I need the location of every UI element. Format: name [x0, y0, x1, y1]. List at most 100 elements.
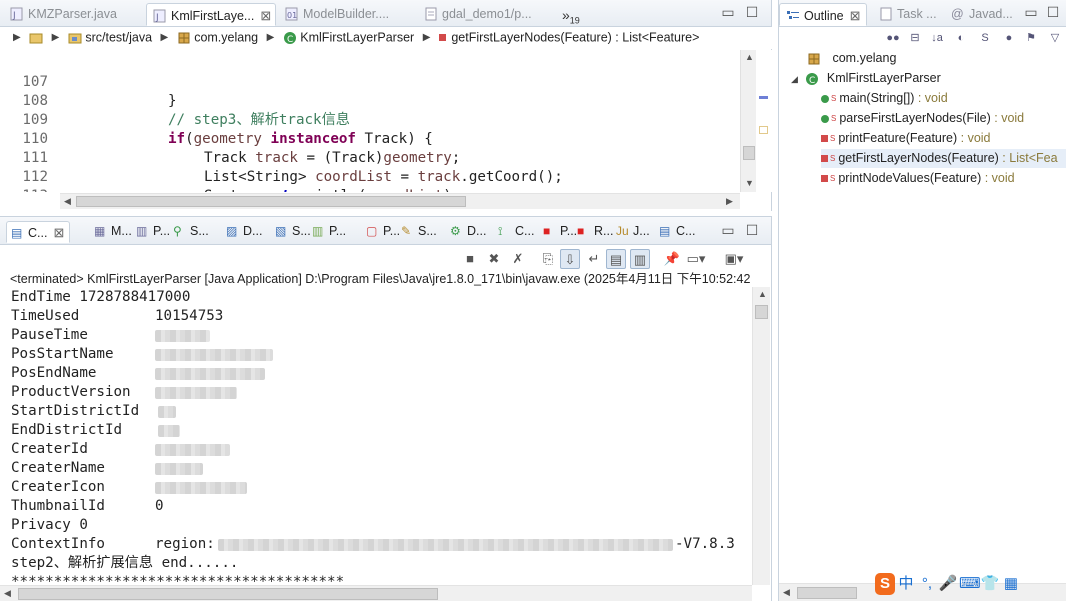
pin-console-icon[interactable]: 📌	[662, 249, 682, 269]
console-tab[interactable]: ⚲ S...	[169, 221, 213, 243]
console-tab[interactable]: ✎ S...	[397, 221, 441, 243]
console-tab[interactable]: ▥ P...	[132, 221, 174, 243]
clear-console-icon[interactable]: ⎘	[538, 249, 558, 269]
remove-launch-icon[interactable]: ✖	[484, 249, 504, 269]
breadcrumb-package[interactable]: com.yelang	[194, 31, 258, 45]
private-method-icon	[438, 34, 446, 42]
console-key: Privacy 0	[11, 517, 88, 533]
tab-overflow-button[interactable]: »19	[556, 3, 586, 26]
breadcrumb: ▶ ▶ src/test/java ▶ com.yelang ▶ C KmlFi…	[0, 27, 772, 49]
remove-all-terminated-icon[interactable]: ✗	[508, 249, 528, 269]
console-tab[interactable]: ■ R...	[573, 221, 617, 243]
outline-method[interactable]: SparseFirstLayerNodes(File) : void	[821, 109, 1066, 128]
outline-method[interactable]: SgetFirstLayerNodes(Feature) : List<Fea	[821, 149, 1066, 168]
console-line: CreaterId	[11, 440, 230, 459]
maximize-icon[interactable]: ☐	[744, 4, 760, 20]
outline-package[interactable]: com.yelang	[807, 49, 896, 68]
console-horizontal-scrollbar[interactable]: ◀	[0, 585, 752, 601]
toolbox-icon[interactable]: ▦	[1001, 573, 1021, 595]
svg-text:01: 01	[287, 11, 297, 20]
outline-class[interactable]: ◢ C KmlFirstLayerParser	[791, 69, 941, 88]
method-signature: printNodeValues(Feature)	[838, 171, 982, 185]
debug-icon: ⚙	[450, 223, 461, 238]
hide-nonpublic-icon[interactable]: ●	[1001, 30, 1017, 46]
focus-on-active-task-icon[interactable]: ●●	[885, 30, 901, 46]
console-key: ThumbnailId	[11, 498, 105, 514]
servers-icon: ⚲	[173, 223, 182, 238]
keyboard-icon[interactable]: ⌨	[959, 573, 981, 595]
outline-method[interactable]: SprintNodeValues(Feature) : void	[821, 169, 1066, 188]
console-tab[interactable]: ▨ D...	[222, 221, 266, 243]
java-editor: J KMZParser.java J KmlFirstLaye... ⊠ 01 Mode…	[0, 0, 772, 211]
open-console-icon[interactable]: ▣▾	[724, 249, 744, 269]
outline-method[interactable]: SprintFeature(Feature) : void	[821, 129, 1066, 148]
maximize-icon[interactable]: ☐	[1045, 4, 1061, 20]
overview-ruler[interactable]	[756, 50, 772, 192]
console-line: ThumbnailId 0	[11, 497, 164, 516]
skin-icon[interactable]: 👕	[980, 573, 1000, 595]
tab-kmlfirstlayer[interactable]: J KmlFirstLaye... ⊠	[146, 3, 276, 26]
scroll-thumb[interactable]	[743, 146, 755, 160]
close-tab-icon[interactable]: ⊠	[260, 8, 271, 24]
sort-icon[interactable]: ↓a	[929, 30, 945, 46]
console-tab[interactable]: ⚙ D...	[446, 221, 490, 243]
breadcrumb-method[interactable]: getFirstLayerNodes(Feature) : List<Featu…	[451, 31, 699, 45]
terminate-icon[interactable]: ■	[460, 249, 480, 269]
breadcrumb-src[interactable]: src/test/java	[85, 31, 152, 45]
display-console-icon[interactable]: ▭▾	[686, 249, 706, 269]
sogou-logo-icon[interactable]: S	[875, 573, 895, 595]
tab-javadoc[interactable]: @ Javad...	[945, 3, 1019, 26]
editor-horizontal-scrollbar[interactable]: ◀ ▶	[60, 193, 740, 209]
view-menu-icon[interactable]: ▽	[1047, 30, 1063, 46]
collapse-arrow-icon[interactable]: ◢	[791, 74, 798, 84]
tab-task-list[interactable]: Task ...	[873, 3, 943, 26]
hide-static-icon[interactable]: S	[977, 30, 993, 46]
console-tab[interactable]: ⟟ C...	[494, 221, 538, 243]
minimize-icon[interactable]: ▭	[720, 222, 736, 238]
file-icon	[424, 7, 438, 21]
show-on-stdout-icon[interactable]: ▤	[606, 249, 626, 269]
console-tab[interactable]: ▥ P...	[308, 221, 350, 243]
console-tab[interactable]: Ju J...	[612, 221, 654, 243]
hide-local-types-icon[interactable]: ⚑	[1023, 30, 1039, 46]
minimize-icon[interactable]: ▭	[1023, 4, 1039, 20]
punctuation-icon[interactable]: °,	[917, 573, 937, 595]
breadcrumb-class[interactable]: KmlFirstLayerParser	[300, 31, 414, 45]
show-on-stderr-icon[interactable]: ▥	[630, 249, 650, 269]
static-marker-icon: S	[831, 94, 837, 103]
console-vertical-scrollbar[interactable]: ▲	[752, 287, 770, 585]
outline-method[interactable]: Smain(String[]) : void	[821, 89, 1066, 108]
warning-marker[interactable]	[759, 126, 768, 134]
console-output[interactable]: EndTime 1728788417000 TimeUsed 10154753 Pau…	[0, 287, 752, 585]
scroll-lock-icon[interactable]: ⇩	[560, 249, 580, 269]
code-area[interactable]: 107 } 108 // step3、解析track信息 109 if(geom…	[0, 50, 756, 192]
microphone-icon[interactable]: 🎤	[938, 573, 958, 595]
occurrence-marker[interactable]	[759, 96, 768, 99]
project-icon	[29, 31, 43, 45]
private-method-icon	[821, 175, 828, 183]
collapse-all-icon[interactable]: ⊟	[907, 30, 923, 46]
chinese-mode-icon[interactable]: 中	[896, 573, 916, 595]
tab-outline[interactable]: Outline ⊠	[779, 3, 867, 26]
maximize-icon[interactable]: ☐	[744, 222, 760, 238]
console-tab[interactable]: ▤ C...	[655, 221, 699, 243]
scroll-thumb[interactable]	[76, 196, 466, 207]
close-tab-icon[interactable]: ⊠	[53, 225, 64, 241]
word-wrap-icon[interactable]: ↵	[584, 249, 604, 269]
editor-vertical-scrollbar[interactable]: ▲ ▼	[740, 50, 756, 192]
scroll-thumb[interactable]	[755, 305, 768, 319]
package-icon	[177, 31, 191, 45]
close-tab-icon[interactable]: ⊠	[850, 8, 861, 24]
tab-kmzparser[interactable]: J KMZParser.java	[4, 3, 123, 26]
static-marker-icon: S	[831, 114, 837, 123]
scroll-thumb[interactable]	[18, 588, 438, 600]
tab-gdal-demo[interactable]: gdal_demo1/p...	[418, 3, 538, 26]
hide-fields-icon[interactable]: ◐	[953, 30, 969, 46]
console-tab[interactable]: ▤ C... ⊠	[6, 221, 70, 243]
console-tab[interactable]: ▦ M...	[90, 221, 136, 243]
snippets-icon: ▧	[275, 223, 287, 238]
method-signature: getFirstLayerNodes(Feature)	[838, 151, 999, 165]
minimize-icon[interactable]: ▭	[720, 4, 736, 20]
scroll-thumb[interactable]	[797, 587, 857, 599]
tab-modelbuilder[interactable]: 01 ModelBuilder....	[279, 3, 395, 26]
